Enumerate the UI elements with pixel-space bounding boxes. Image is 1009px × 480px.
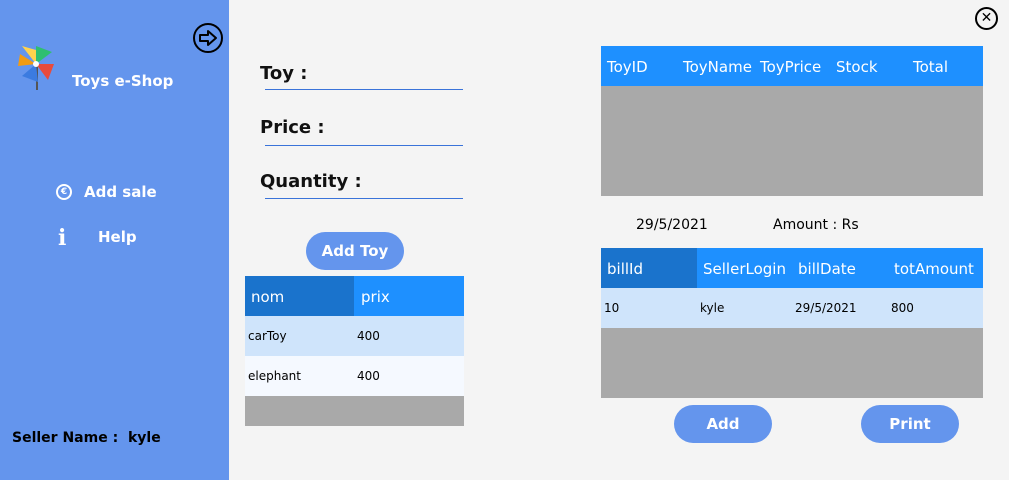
cell-prix: 400: [357, 329, 380, 343]
table-row[interactable]: elephant 400: [245, 356, 464, 396]
bills-grid[interactable]: billId SellerLogin billDate totAmount 10…: [601, 248, 983, 398]
seller-name-value: kyle: [128, 430, 161, 446]
cell-totamount: 800: [891, 301, 914, 315]
quantity-underline: [265, 198, 463, 199]
cell-nom: elephant: [248, 369, 301, 383]
pinwheel-logo-icon: [18, 46, 54, 90]
column-header-toyname[interactable]: ToyName: [683, 58, 752, 76]
cell-sellerlogin: kyle: [700, 301, 725, 315]
nav-add-sale[interactable]: € Add sale: [56, 183, 196, 205]
current-date: 29/5/2021: [636, 217, 708, 233]
column-header-prix[interactable]: prix: [361, 288, 390, 306]
column-header-billid[interactable]: billId: [607, 260, 643, 278]
seller-name-label: Seller Name :: [12, 430, 119, 446]
toys-grid[interactable]: nom prix carToy 400 elephant 400: [245, 276, 464, 426]
cell-billid: 10: [604, 301, 620, 315]
sidebar: Toys e-Shop € Add sale i Help Seller Nam…: [0, 0, 229, 480]
euro-icon: €: [56, 184, 72, 200]
info-icon: i: [58, 225, 67, 251]
price-underline: [265, 145, 463, 146]
toy-label: Toy :: [260, 63, 308, 84]
nav-add-sale-label: Add sale: [84, 183, 157, 201]
add-toy-button[interactable]: Add Toy: [306, 232, 404, 270]
price-input[interactable]: [330, 118, 460, 142]
logout-icon[interactable]: [192, 22, 224, 54]
quantity-label: Quantity :: [260, 171, 362, 192]
column-header-toyprice[interactable]: ToyPrice: [760, 58, 821, 76]
print-button[interactable]: Print: [861, 405, 959, 443]
cell-billdate: 29/5/2021: [795, 301, 857, 315]
toy-input[interactable]: [320, 64, 460, 88]
close-icon[interactable]: ✕: [975, 7, 998, 30]
add-button[interactable]: Add: [674, 405, 772, 443]
column-header-stock[interactable]: Stock: [836, 58, 878, 76]
bills-grid-header: billId SellerLogin billDate totAmount: [601, 248, 983, 288]
quantity-input[interactable]: [360, 172, 460, 196]
column-header-toyid[interactable]: ToyID: [607, 58, 648, 76]
app-title: Toys e-Shop: [72, 72, 174, 90]
column-header-nom[interactable]: nom: [251, 288, 284, 306]
table-row[interactable]: carToy 400: [245, 316, 464, 356]
cell-prix: 400: [357, 369, 380, 383]
toys-grid-header: nom prix: [245, 276, 464, 316]
column-header-totamount[interactable]: totAmount: [894, 260, 974, 278]
cart-grid-header: ToyID ToyName ToyPrice Stock Total: [601, 46, 983, 86]
column-header-total[interactable]: Total: [913, 58, 948, 76]
cart-grid[interactable]: ToyID ToyName ToyPrice Stock Total: [601, 46, 983, 196]
column-header-billdate[interactable]: billDate: [798, 260, 856, 278]
column-header-sellerlogin[interactable]: SellerLogin: [703, 260, 786, 278]
nav-help-label: Help: [98, 228, 137, 246]
price-label: Price :: [260, 117, 325, 138]
cell-nom: carToy: [248, 329, 287, 343]
toy-underline: [265, 89, 463, 90]
table-row[interactable]: 10 kyle 29/5/2021 800: [601, 288, 983, 328]
nav-help[interactable]: i Help: [58, 225, 178, 251]
amount-label: Amount : Rs: [773, 217, 859, 233]
